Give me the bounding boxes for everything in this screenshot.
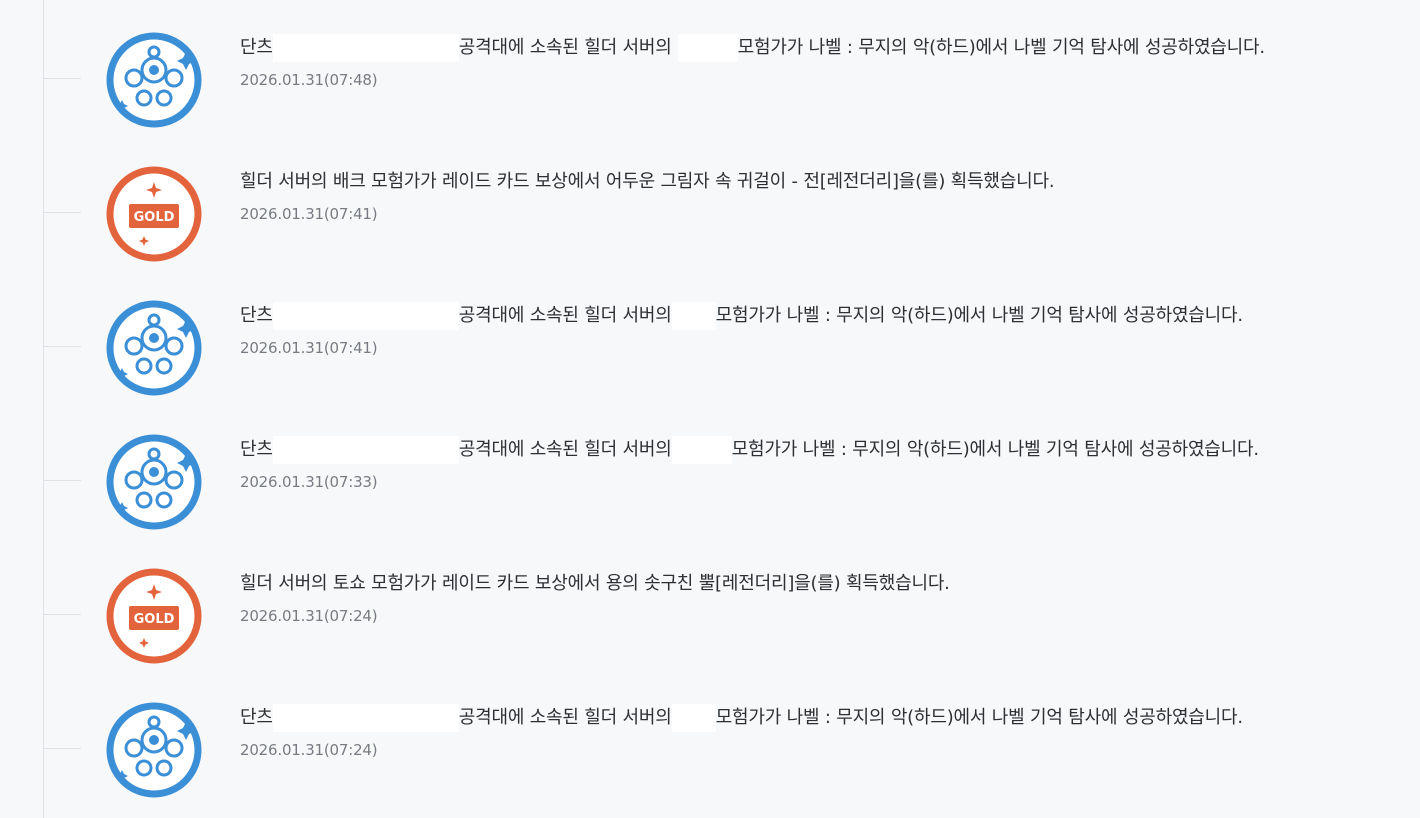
timeline-tick: [44, 212, 81, 213]
redacted-party-name: [272, 436, 459, 464]
redacted-party-name: [272, 34, 459, 62]
party-prefix: 단츠: [240, 37, 273, 58]
party-prefix: 단츠: [240, 439, 273, 460]
gold-icon: GOLD: [104, 164, 204, 264]
feed-item: GOLD 힐더 서버의 토쇼 모험가가 레이드 카드 보상에서 용의 솟구친 뿔…: [0, 566, 1420, 666]
raid-emblem-icon: [104, 30, 204, 130]
timeline-tick: [44, 346, 81, 347]
message-suffix: 모험가가 나벨 : 무지의 악(하드)에서 나벨 기억 탐사에 성공하였습니다.: [715, 305, 1243, 326]
feed-message: 힐더 서버의 토쇼 모험가가 레이드 카드 보상에서 용의 솟구친 뿔[레전더리…: [240, 573, 950, 594]
feed-item: 단츠 공격대에 소속된 힐더 서버의 모험가가 나벨 : 무지의 악(하드)에서 나…: [0, 30, 1420, 130]
gold-label: GOLD: [134, 210, 175, 225]
redacted-character-name: [671, 302, 716, 330]
activity-feed: 단츠 공격대에 소속된 힐더 서버의 모험가가 나벨 : 무지의 악(하드)에서 나…: [0, 0, 1420, 818]
timeline-tick: [44, 78, 81, 79]
feed-item: 단츠 공격대에 소속된 힐더 서버의 모험가가 나벨 : 무지의 악(하드)에서 나…: [0, 432, 1420, 532]
gold-label: GOLD: [134, 612, 175, 627]
redacted-character-name: [671, 704, 716, 732]
feed-message: 단츠 공격대에 소속된 힐더 서버의 모험가가 나벨 : 무지의 악(하드)에서 나…: [240, 34, 1265, 62]
timeline-tick: [44, 480, 81, 481]
message-suffix: 모험가가 나벨 : 무지의 악(하드)에서 나벨 기억 탐사에 성공하였습니다.: [737, 37, 1265, 58]
message-middle: 공격대에 소속된 힐더 서버의: [458, 439, 672, 460]
message-suffix: 모험가가 나벨 : 무지의 악(하드)에서 나벨 기억 탐사에 성공하였습니다.: [731, 439, 1259, 460]
message-middle: 공격대에 소속된 힐더 서버의: [458, 305, 672, 326]
message-suffix: 모험가가 나벨 : 무지의 악(하드)에서 나벨 기억 탐사에 성공하였습니다.: [715, 707, 1243, 728]
party-prefix: 단츠: [240, 305, 273, 326]
message-middle: 공격대에 소속된 힐더 서버의: [458, 37, 672, 58]
raid-emblem-icon: [104, 298, 204, 398]
gold-icon: GOLD: [104, 566, 204, 666]
feed-date: 2026.01.31(07:48): [240, 71, 378, 89]
feed-date: 2026.01.31(07:24): [240, 607, 378, 625]
raid-emblem-icon: [104, 700, 204, 800]
feed-date: 2026.01.31(07:33): [240, 473, 378, 491]
feed-date: 2026.01.31(07:24): [240, 741, 378, 759]
feed-date: 2026.01.31(07:41): [240, 205, 378, 223]
timeline-tick: [44, 748, 81, 749]
feed-message: 단츠 공격대에 소속된 힐더 서버의 모험가가 나벨 : 무지의 악(하드)에서 나…: [240, 436, 1259, 464]
party-prefix: 단츠: [240, 707, 273, 728]
timeline-tick: [44, 614, 81, 615]
feed-item: GOLD 힐더 서버의 배크 모험가가 레이드 카드 보상에서 어두운 그림자 …: [0, 164, 1420, 264]
message-middle: 공격대에 소속된 힐더 서버의: [458, 707, 672, 728]
feed-message: 단츠 공격대에 소속된 힐더 서버의 모험가가 나벨 : 무지의 악(하드)에서 나…: [240, 302, 1243, 330]
feed-date: 2026.01.31(07:41): [240, 339, 378, 357]
redacted-character-name: [677, 34, 738, 62]
feed-message: 단츠 공격대에 소속된 힐더 서버의 모험가가 나벨 : 무지의 악(하드)에서 나…: [240, 704, 1243, 732]
raid-emblem-icon: [104, 432, 204, 532]
redacted-party-name: [272, 302, 459, 330]
feed-item: 단츠 공격대에 소속된 힐더 서버의 모험가가 나벨 : 무지의 악(하드)에서 나…: [0, 700, 1420, 800]
redacted-character-name: [671, 436, 732, 464]
redacted-party-name: [272, 704, 459, 732]
feed-item: 단츠 공격대에 소속된 힐더 서버의 모험가가 나벨 : 무지의 악(하드)에서 나…: [0, 298, 1420, 398]
feed-message: 힐더 서버의 배크 모험가가 레이드 카드 보상에서 어두운 그림자 속 귀걸이…: [240, 171, 1055, 192]
